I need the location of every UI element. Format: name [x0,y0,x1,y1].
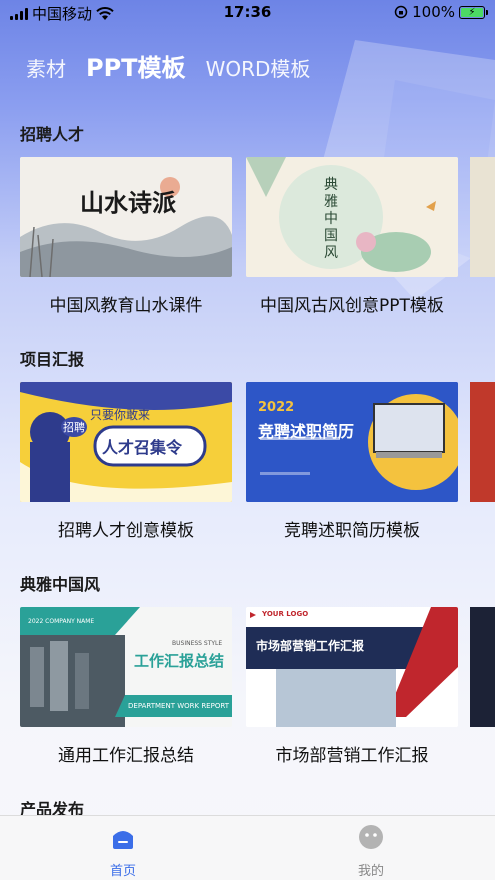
template-card-partial[interactable] [470,157,495,277]
status-bar: 中国移动 17:36 100% ⚡ [0,0,495,24]
template-card-classical[interactable]: 典雅中国风 [246,157,458,277]
nav-mine[interactable]: 我的 [331,824,411,879]
template-card-marketing[interactable]: YOUR LOGO 市场部营销工作汇报 [246,607,458,727]
card-label-marketing[interactable]: 市场部营销工作汇报 [237,741,467,766]
nav-home-label: 首页 [109,864,136,879]
recruit-thumb-badge: 招聘 [61,417,87,437]
orientation-lock-icon [394,5,408,19]
card-label-recruit[interactable]: 招聘人才创意模板 [11,516,241,541]
classical-thumb-title: 典雅中国风 [324,177,338,261]
marketing-thumbnail [246,607,458,727]
nav-mine-label: 我的 [357,864,384,879]
card-label-work-report[interactable]: 通用工作汇报总结 [11,741,241,766]
work-report-thumb-footer: DEPARTMENT WORK REPORT [128,702,229,710]
battery-percent: 100% [412,3,455,21]
section-title-project: 项目汇报 [20,350,85,369]
resume-thumb-title: 竞聘述职简历 [258,422,355,441]
template-card-landscape[interactable]: 山水诗派 [20,157,232,277]
tab-word-template[interactable]: WORD模板 [206,53,311,82]
work-report-thumb-style: BUSINESS STYLE [172,640,223,647]
template-card-work-report[interactable]: 2022 COMPANY NAME BUSINESS STYLE 工作汇报总结 … [20,607,232,727]
template-card-recruit[interactable]: 人才召集令 只要你敢来 招聘 [20,382,232,502]
bottom-nav: 首页 我的 [0,815,495,880]
tab-ppt-template[interactable]: PPT模板 [86,48,186,83]
marketing-thumb-title: 市场部营销工作汇报 [256,639,365,653]
work-report-thumb-title: 工作汇报总结 [134,652,225,670]
home-icon [113,831,133,849]
recruit-thumb-title: 人才召集令 [102,438,183,457]
classical-thumbnail [246,157,458,277]
template-card-partial[interactable] [470,382,495,502]
top-tabs: 素材 PPT模板 WORD模板 [26,48,310,83]
recruit-thumb-sub: 只要你敢来 [90,408,151,422]
work-report-thumb-company: 2022 COMPANY NAME [28,618,95,625]
marketing-thumb-logo: YOUR LOGO [262,610,309,618]
profile-icon [359,825,383,849]
template-card-partial[interactable] [470,607,495,727]
card-label-landscape[interactable]: 中国风教育山水课件 [11,291,241,316]
tab-material[interactable]: 素材 [26,53,66,82]
resume-thumb-year: 2022 [258,400,295,415]
section-title-recruit: 招聘人才 [20,125,85,144]
card-label-classical[interactable]: 中国风古风创意PPT模板 [237,291,467,316]
section-title-elegant: 典雅中国风 [20,575,101,594]
card-label-resume[interactable]: 竞聘述职简历模板 [237,516,467,541]
battery-icon: ⚡ [459,5,488,19]
landscape-thumb-title: 山水诗派 [80,188,176,217]
nav-home[interactable]: 首页 [83,824,163,879]
template-card-resume[interactable]: 2022 竞聘述职简历 [246,382,458,502]
